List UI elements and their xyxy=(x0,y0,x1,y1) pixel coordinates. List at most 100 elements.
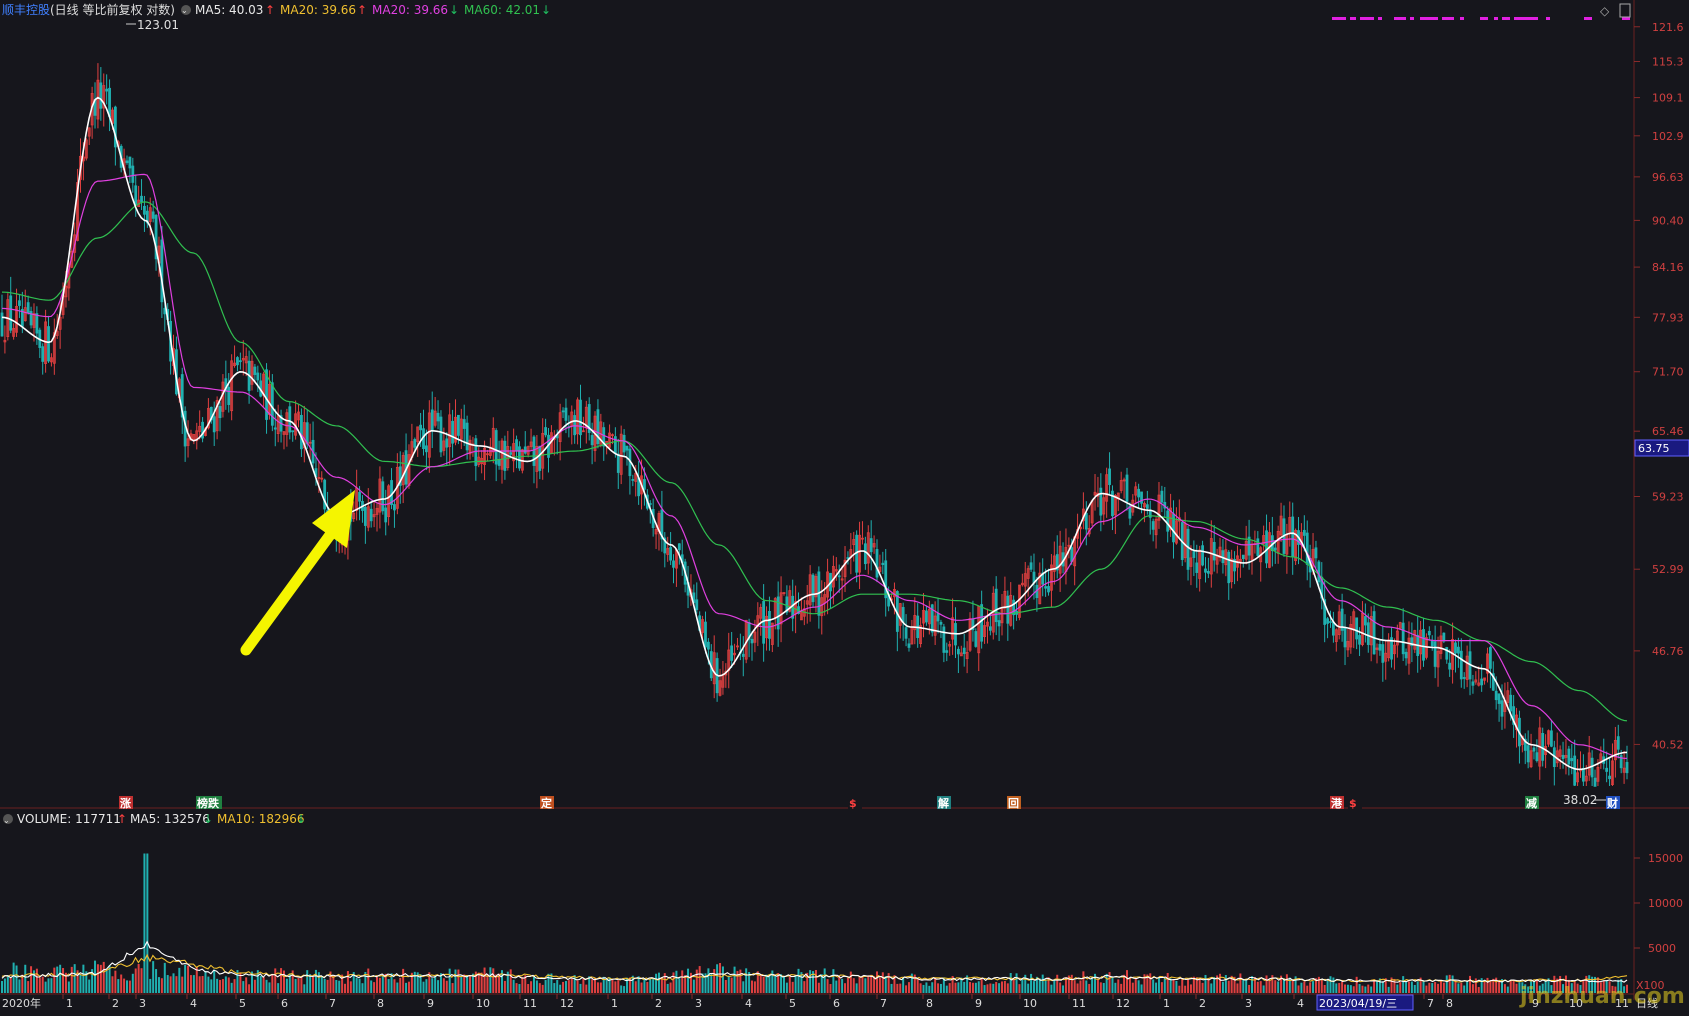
candle-body xyxy=(1314,547,1318,559)
ma-legend-label: MA20: 39.66 xyxy=(280,3,356,17)
volume-bar xyxy=(1268,979,1271,993)
volume-bar xyxy=(1221,981,1224,993)
volume-bar xyxy=(730,977,733,993)
volume-bar xyxy=(268,982,271,993)
volume-bar xyxy=(62,968,65,993)
volume-bar xyxy=(614,981,617,993)
volume-bar xyxy=(1480,978,1483,993)
volume-bar xyxy=(451,983,454,993)
volume-bar xyxy=(782,976,785,993)
volume-bar xyxy=(373,982,376,993)
volume-bar xyxy=(175,976,178,993)
volume-bar xyxy=(41,976,44,993)
candle-body xyxy=(643,479,646,490)
volume-bar xyxy=(1381,981,1384,993)
volume-bar xyxy=(378,977,381,993)
candle-body xyxy=(1044,586,1048,589)
ma-legend-arrow: ↑ xyxy=(357,3,367,17)
candle-body xyxy=(451,420,454,444)
volume-bar xyxy=(890,983,893,993)
volume-bar xyxy=(56,966,59,993)
volume-ma5-arrow: ↓ xyxy=(203,812,213,826)
volume-bar xyxy=(1140,984,1143,993)
volume-bar xyxy=(50,978,53,993)
volume-bar xyxy=(791,981,794,993)
candle-body xyxy=(811,574,815,603)
candle-body xyxy=(573,415,577,436)
candle-body xyxy=(390,480,393,506)
ma-legend-label: MA20: 39.66 xyxy=(372,3,448,17)
chart-mode[interactable]: (日线 等比前复权 对数) xyxy=(50,2,175,17)
volume-bar xyxy=(1056,974,1059,993)
volume-bar xyxy=(434,975,437,993)
volume-bar xyxy=(916,978,919,993)
candle-body xyxy=(160,239,164,303)
candle-body xyxy=(430,409,434,431)
volume-ma10-label: MA10: 182966 xyxy=(217,812,305,826)
candle-body xyxy=(439,416,443,453)
candle-body xyxy=(1195,562,1199,573)
volume-bar xyxy=(393,979,396,993)
candle-body xyxy=(881,562,885,566)
candle-body xyxy=(579,399,582,436)
volume-bar xyxy=(1466,981,1469,993)
volume-bar xyxy=(1213,976,1216,993)
diamond-icon[interactable]: ◇ xyxy=(1600,4,1610,18)
volume-bar xyxy=(855,983,858,993)
time-tick-label: 11 xyxy=(523,997,537,1010)
event-marker: 定 xyxy=(541,796,552,810)
current-price-value: 63.75 xyxy=(1638,442,1670,455)
candle-body xyxy=(1186,528,1190,570)
volume-bar xyxy=(1248,984,1251,993)
candle-body xyxy=(741,653,745,657)
volume-bar xyxy=(698,966,701,993)
volume-bar xyxy=(30,966,33,993)
candle-body xyxy=(151,211,155,219)
volume-bar xyxy=(1477,987,1480,993)
candle-body xyxy=(1567,748,1571,765)
candle-body xyxy=(1140,491,1143,504)
volume-bar xyxy=(687,968,690,993)
time-tick-label: 7 xyxy=(880,997,887,1010)
volume-bar xyxy=(1172,979,1175,993)
volume-bar xyxy=(532,975,535,993)
volume-bar xyxy=(753,981,756,993)
volume-bar xyxy=(323,978,326,993)
volume-bar xyxy=(274,968,277,993)
volume-bar xyxy=(1259,981,1262,993)
volume-bar xyxy=(376,976,378,993)
volume-bar xyxy=(300,976,303,993)
event-marker: 财 xyxy=(1606,796,1618,810)
candle-body xyxy=(1471,681,1475,686)
stock-name[interactable]: 顺丰控股 xyxy=(2,3,50,17)
volume-bar xyxy=(317,972,320,993)
candle-body xyxy=(669,547,673,561)
volume-bar xyxy=(262,977,265,993)
volume-bar xyxy=(1413,984,1416,993)
volume-bar xyxy=(925,982,928,993)
volume-bar xyxy=(919,983,922,993)
volume-bar xyxy=(765,974,768,993)
candle-body xyxy=(1212,542,1216,561)
candle-body xyxy=(1442,632,1446,642)
candle-body xyxy=(369,508,373,522)
volume-bar xyxy=(184,964,187,993)
candle-body xyxy=(762,601,766,644)
volume-bar xyxy=(1111,976,1114,993)
volume-bar xyxy=(1108,972,1111,993)
volume-bar xyxy=(1242,979,1245,993)
volume-bar xyxy=(67,981,70,993)
volume-bar xyxy=(1387,986,1390,993)
indicator-segment xyxy=(1494,17,1498,20)
candle-body xyxy=(884,560,888,599)
low-label: 38.02 xyxy=(1563,793,1597,807)
volume-bar xyxy=(762,976,765,993)
volume-bar xyxy=(425,979,428,993)
indicator-segment xyxy=(1378,17,1382,20)
volume-bar xyxy=(282,970,285,993)
volume-bar xyxy=(3,978,6,993)
chart-canvas[interactable]: 121.6 115.3 109.1 102.9 96.63 90.40 84.16 77.93… xyxy=(0,0,1689,1012)
volume-bar xyxy=(1032,981,1035,993)
candle-body xyxy=(942,626,946,653)
volume-bar xyxy=(1448,974,1451,993)
